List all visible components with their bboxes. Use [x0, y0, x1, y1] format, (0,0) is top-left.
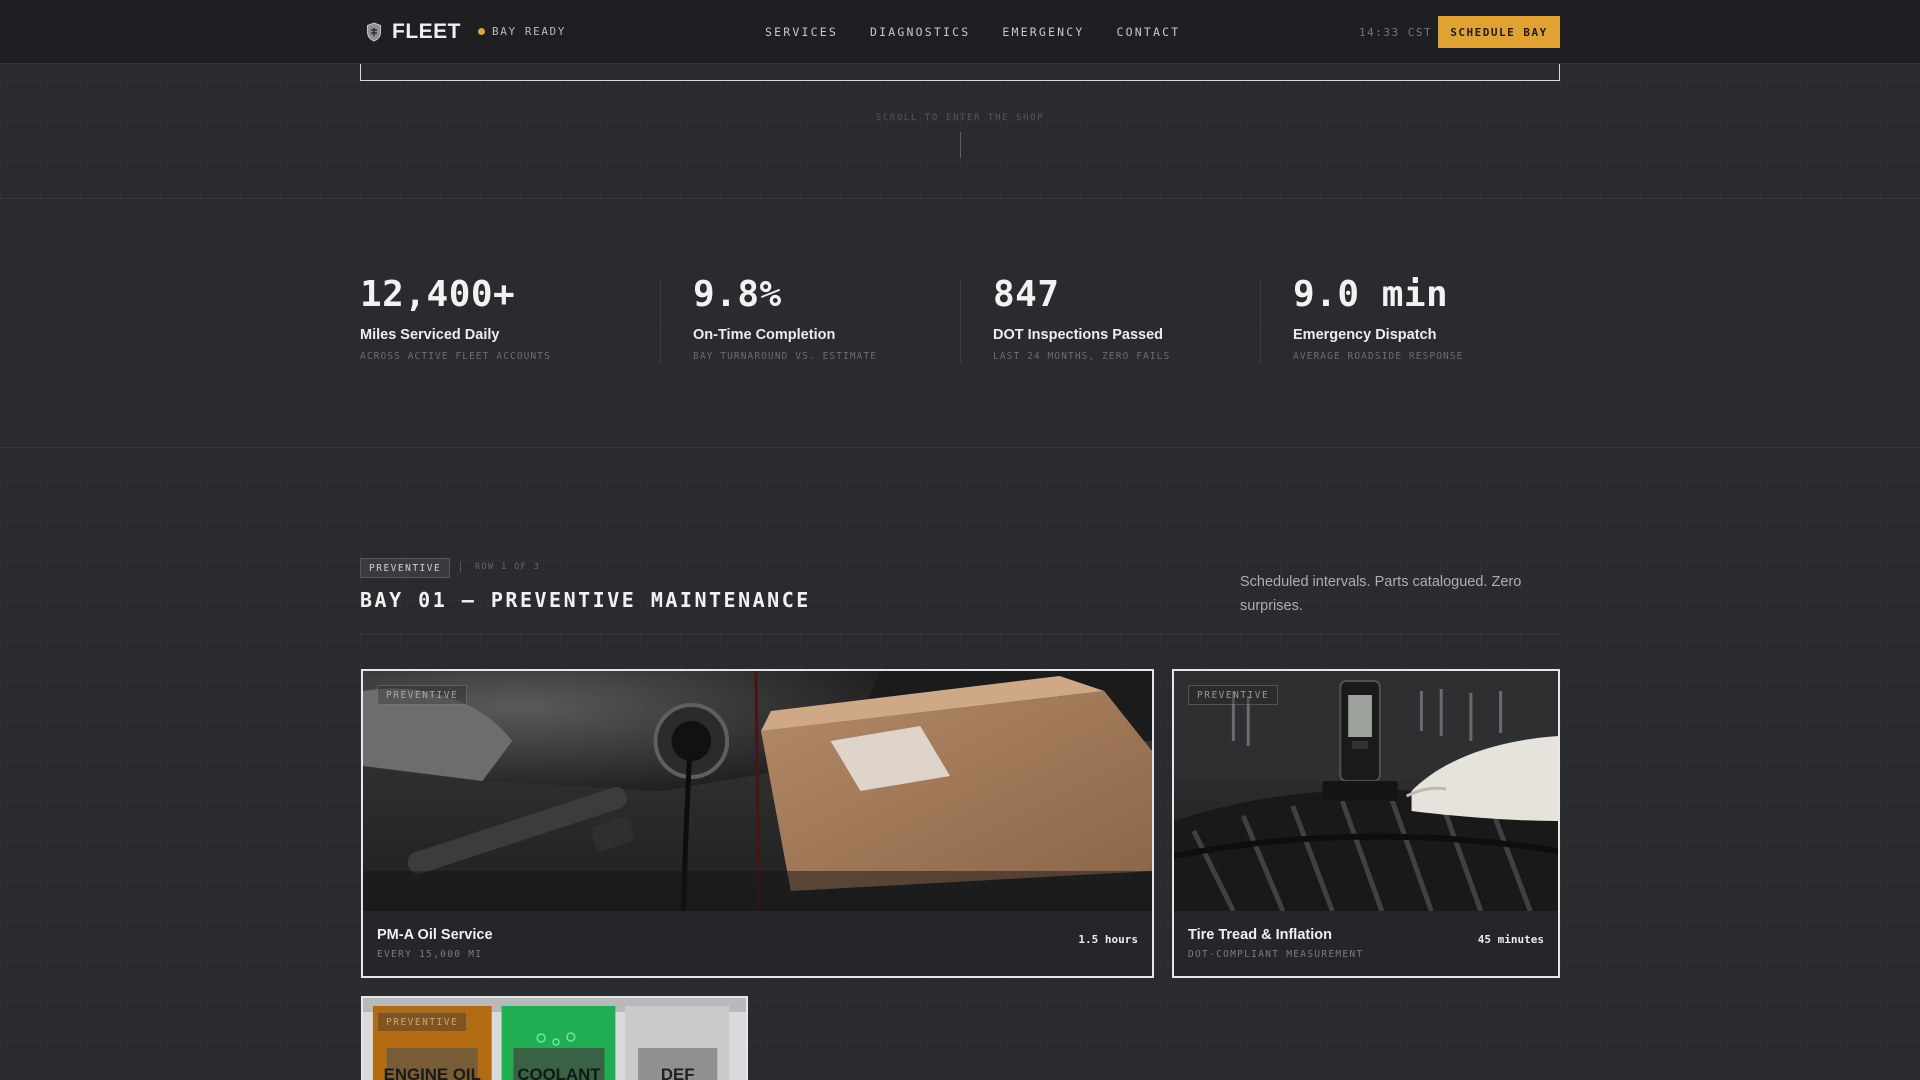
stat-value: 9.0 min [1293, 274, 1449, 315]
engine-oil-drain-photo [363, 671, 1152, 911]
tag-separator [460, 562, 461, 573]
service-card-oil[interactable]: PREVENTIVE PM-A Oil Service EVERY 15,000… [361, 669, 1154, 978]
tire-tread-gauge-photo [1174, 671, 1558, 911]
nav-link-contact[interactable]: CONTACT [1117, 25, 1181, 39]
stat-divider [960, 281, 961, 363]
brand[interactable]: FLEET [366, 20, 461, 44]
stat-label: On-Time Completion [693, 327, 836, 343]
bottle-label-engine-oil: ENGINE OIL [384, 1065, 481, 1080]
section-title: BAY 01 — PREVENTIVE MAINTENANCE [360, 588, 811, 612]
scroll-hint: SCROLL TO ENTER THE SHOP [875, 113, 1045, 123]
brand-name: FLEET [392, 20, 461, 43]
stat-divider [660, 281, 661, 363]
stat-subtitle: LAST 24 MONTHS, ZERO FAILS [993, 351, 1171, 362]
status-text: BAY READY [492, 25, 567, 38]
shop-clock: 14:33 CST [1359, 26, 1433, 39]
stat-label: Miles Serviced Daily [360, 327, 500, 343]
row-counter: ROW 1 OF 3 [475, 562, 541, 572]
schedule-bay-button[interactable]: SCHEDULE BAY [1438, 16, 1560, 48]
stat-value: 12,400+ [360, 274, 516, 315]
bay-status: BAY READY [478, 25, 566, 38]
stat-divider [1260, 281, 1261, 363]
stat-label: DOT Inspections Passed [993, 327, 1164, 343]
top-nav: FLEET BAY READY SERVICES DIAGNOSTICS EME… [0, 0, 1920, 64]
service-card-tire[interactable]: PREVENTIVE Tire Tread & Inflation DOT-CO… [1172, 669, 1560, 978]
card-interval: EVERY 15,000 MI [377, 949, 483, 960]
bottle-label-def: DEF [661, 1065, 695, 1080]
card-title: PM-A Oil Service [377, 927, 493, 943]
stats-band: 12,400+ Miles Serviced Daily ACROSS ACTI… [0, 198, 1920, 448]
status-dot-icon [478, 28, 485, 35]
service-card-fluids[interactable]: ENGINE OIL COOLANT DEF PREVENTIVE [361, 996, 748, 1080]
category-tag: PREVENTIVE [360, 558, 451, 578]
card-duration: 1.5 hours [1078, 933, 1138, 946]
fluid-bottles-photo: ENGINE OIL COOLANT DEF [363, 998, 746, 1080]
card-badge: PREVENTIVE [1188, 685, 1279, 705]
card-interval: DOT-COMPLIANT MEASUREMENT [1188, 949, 1364, 960]
card-duration: 45 minutes [1477, 933, 1544, 946]
card-badge: PREVENTIVE [377, 1012, 468, 1032]
stat-dot-inspections: 847 DOT Inspections Passed LAST 24 MONTH… [993, 274, 1171, 363]
stat-label: Emergency Dispatch [1293, 327, 1437, 343]
nav-link-emergency[interactable]: EMERGENCY [1002, 25, 1084, 39]
nav-link-services[interactable]: SERVICES [765, 25, 838, 39]
shield-logo-icon [367, 22, 381, 42]
stat-value: 9.8% [693, 274, 782, 315]
nav-link-diagnostics[interactable]: DIAGNOSTICS [870, 25, 970, 39]
bottle-label-coolant: COOLANT [517, 1065, 601, 1080]
card-badge: PREVENTIVE [377, 685, 468, 705]
stat-miles: 12,400+ Miles Serviced Daily ACROSS ACTI… [360, 274, 551, 363]
section-divider [360, 634, 1560, 635]
stat-value: 847 [993, 274, 1060, 315]
stat-emergency-dispatch: 9.0 min Emergency Dispatch AVERAGE ROADS… [1293, 274, 1464, 363]
nav-links: SERVICES DIAGNOSTICS EMERGENCY CONTACT [765, 25, 1180, 39]
section-description: Scheduled intervals. Parts catalogued. Z… [1240, 574, 1522, 614]
stat-subtitle: BAY TURNAROUND VS. ESTIMATE [693, 351, 878, 362]
scroll-indicator-line [960, 132, 961, 158]
stat-subtitle: AVERAGE ROADSIDE RESPONSE [1293, 351, 1464, 362]
card-title: Tire Tread & Inflation [1188, 927, 1332, 943]
stat-on-time: 9.8% On-Time Completion BAY TURNAROUND V… [693, 274, 878, 363]
stat-subtitle: ACROSS ACTIVE FLEET ACCOUNTS [360, 351, 551, 362]
